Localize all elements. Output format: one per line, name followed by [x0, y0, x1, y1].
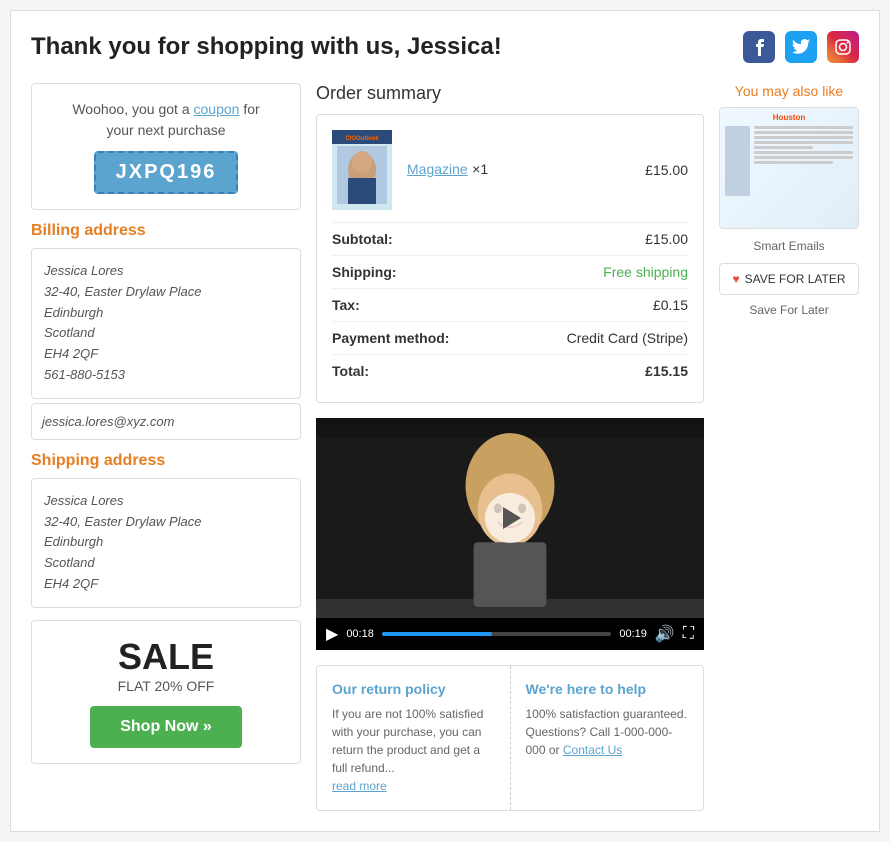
shipping-title: Shipping address [31, 452, 301, 470]
play-pause-button[interactable]: ▶ [326, 624, 338, 644]
left-column: Woohoo, you got a coupon for your next p… [31, 83, 301, 811]
preview-image: Houston [720, 108, 858, 228]
product-row: CIOOutlook Magazine ×1 £15.00 [332, 130, 688, 223]
main-layout: Woohoo, you got a coupon for your next p… [31, 83, 859, 811]
fullscreen-button[interactable]: ⛶ [683, 625, 694, 643]
coupon-code: JXPQ196 [94, 151, 239, 194]
total-row: Total: £15.15 [332, 355, 688, 387]
payment-row: Payment method: Credit Card (Stripe) [332, 322, 688, 355]
right-sidebar: You may also like Houston [719, 83, 859, 811]
save-for-later-button[interactable]: ♥ SAVE FOR LATER [719, 263, 859, 295]
video-container: ▶ 00:18 00:19 🔊 ⛶ [316, 418, 704, 650]
subtotal-row: Subtotal: £15.00 [332, 223, 688, 256]
tax-value: £0.15 [653, 297, 688, 313]
preview-lines [754, 126, 853, 223]
return-policy-title: Our return policy [332, 681, 495, 697]
shipping-city: Edinburgh [44, 532, 288, 553]
product-name[interactable]: Magazine [407, 161, 468, 177]
billing-title: Billing address [31, 222, 301, 240]
product-preview: Houston [719, 107, 859, 229]
save-btn-label: SAVE FOR LATER [745, 272, 846, 286]
shipping-section: Shipping address Jessica Lores 32-40, Ea… [31, 452, 301, 608]
tax-row: Tax: £0.15 [332, 289, 688, 322]
shipping-label: Shipping: [332, 264, 397, 280]
shop-now-button[interactable]: Shop Now » [90, 706, 242, 748]
shipping-name: Jessica Lores [44, 491, 288, 512]
video-section: ▶ 00:18 00:19 🔊 ⛶ [316, 418, 704, 650]
billing-email-box: jessica.lores@xyz.com [31, 403, 301, 440]
payment-label: Payment method: [332, 330, 449, 346]
shipping-row: Shipping: Free shipping [332, 256, 688, 289]
total-value: £15.15 [645, 363, 688, 379]
bottom-panels: Our return policy If you are not 100% sa… [316, 665, 704, 811]
page-header: Thank you for shopping with us, Jessica! [31, 31, 859, 63]
billing-phone: 561-880-5153 [44, 365, 288, 386]
product-price: £15.00 [645, 162, 688, 178]
video-progress-bar[interactable] [382, 632, 612, 636]
help-title: We're here to help [526, 681, 689, 697]
coupon-text-line3: your next purchase [106, 122, 225, 138]
order-summary-title: Order summary [316, 83, 704, 104]
tax-label: Tax: [332, 297, 360, 313]
payment-value: Credit Card (Stripe) [567, 330, 688, 346]
video-time-current: 00:18 [346, 628, 374, 640]
help-panel: We're here to help 100% satisfaction gua… [511, 666, 704, 810]
shipping-postcode: EH4 2QF [44, 574, 288, 595]
billing-name: Jessica Lores [44, 261, 288, 282]
coupon-box: Woohoo, you got a coupon for your next p… [31, 83, 301, 210]
coupon-text-line2: for [243, 101, 259, 117]
page-title: Thank you for shopping with us, Jessica! [31, 33, 502, 61]
shipping-value: Free shipping [603, 264, 688, 280]
billing-region: Scotland [44, 323, 288, 344]
right-main-content: Order summary CIOOutlook [316, 83, 704, 811]
preview-content [725, 126, 853, 223]
billing-postcode: EH4 2QF [44, 344, 288, 365]
product-qty: ×1 [472, 161, 488, 177]
coupon-text: Woohoo, you got a coupon for your next p… [47, 99, 285, 141]
billing-email: jessica.lores@xyz.com [42, 414, 290, 429]
shipping-address1: 32-40, Easter Drylaw Place [44, 512, 288, 533]
facebook-icon[interactable] [743, 31, 775, 63]
subtotal-value: £15.00 [645, 231, 688, 247]
shipping-region: Scotland [44, 553, 288, 574]
billing-city: Edinburgh [44, 303, 288, 324]
return-policy-panel: Our return policy If you are not 100% sa… [317, 666, 511, 810]
contact-us-link[interactable]: Contact Us [563, 743, 622, 757]
sale-box: SALE FLAT 20% OFF Shop Now » [31, 620, 301, 764]
save-for-later-text: Save For Later [719, 303, 859, 317]
read-more-link[interactable]: read more [332, 779, 387, 793]
video-progress-fill [382, 632, 492, 636]
billing-address1: 32-40, Easter Drylaw Place [44, 282, 288, 303]
svg-text:CIOOutlook: CIOOutlook [345, 136, 379, 142]
return-policy-text: If you are not 100% satisfied with your … [332, 705, 495, 777]
video-thumbnail[interactable] [316, 418, 704, 618]
coupon-link[interactable]: coupon [194, 101, 240, 117]
preview-header: Houston [725, 113, 853, 122]
right-area: Order summary CIOOutlook [316, 83, 859, 811]
social-links [743, 31, 859, 63]
product-image: CIOOutlook [332, 130, 392, 210]
shipping-address: Jessica Lores 32-40, Easter Drylaw Place… [31, 478, 301, 608]
volume-button[interactable]: 🔊 [655, 624, 675, 644]
subtotal-label: Subtotal: [332, 231, 393, 247]
heart-icon: ♥ [732, 272, 739, 286]
smart-emails-label: Smart Emails [719, 239, 859, 253]
help-text: 100% satisfaction guaranteed. Questions?… [526, 705, 689, 759]
video-time-total: 00:19 [619, 628, 647, 640]
video-controls: ▶ 00:18 00:19 🔊 ⛶ [316, 618, 704, 650]
billing-address: Jessica Lores 32-40, Easter Drylaw Place… [31, 248, 301, 399]
twitter-icon[interactable] [785, 31, 817, 63]
billing-section: Billing address Jessica Lores 32-40, Eas… [31, 222, 301, 440]
order-summary-box: CIOOutlook Magazine ×1 £15.00 [316, 114, 704, 403]
sale-title: SALE [47, 636, 285, 678]
instagram-icon[interactable] [827, 31, 859, 63]
coupon-text-line1: Woohoo, you got a [72, 101, 189, 117]
play-button[interactable] [485, 493, 535, 543]
sale-subtitle: FLAT 20% OFF [47, 678, 285, 694]
total-label: Total: [332, 363, 369, 379]
you-may-also-like-title: You may also like [719, 83, 859, 99]
product-name-qty: Magazine ×1 [407, 161, 488, 179]
